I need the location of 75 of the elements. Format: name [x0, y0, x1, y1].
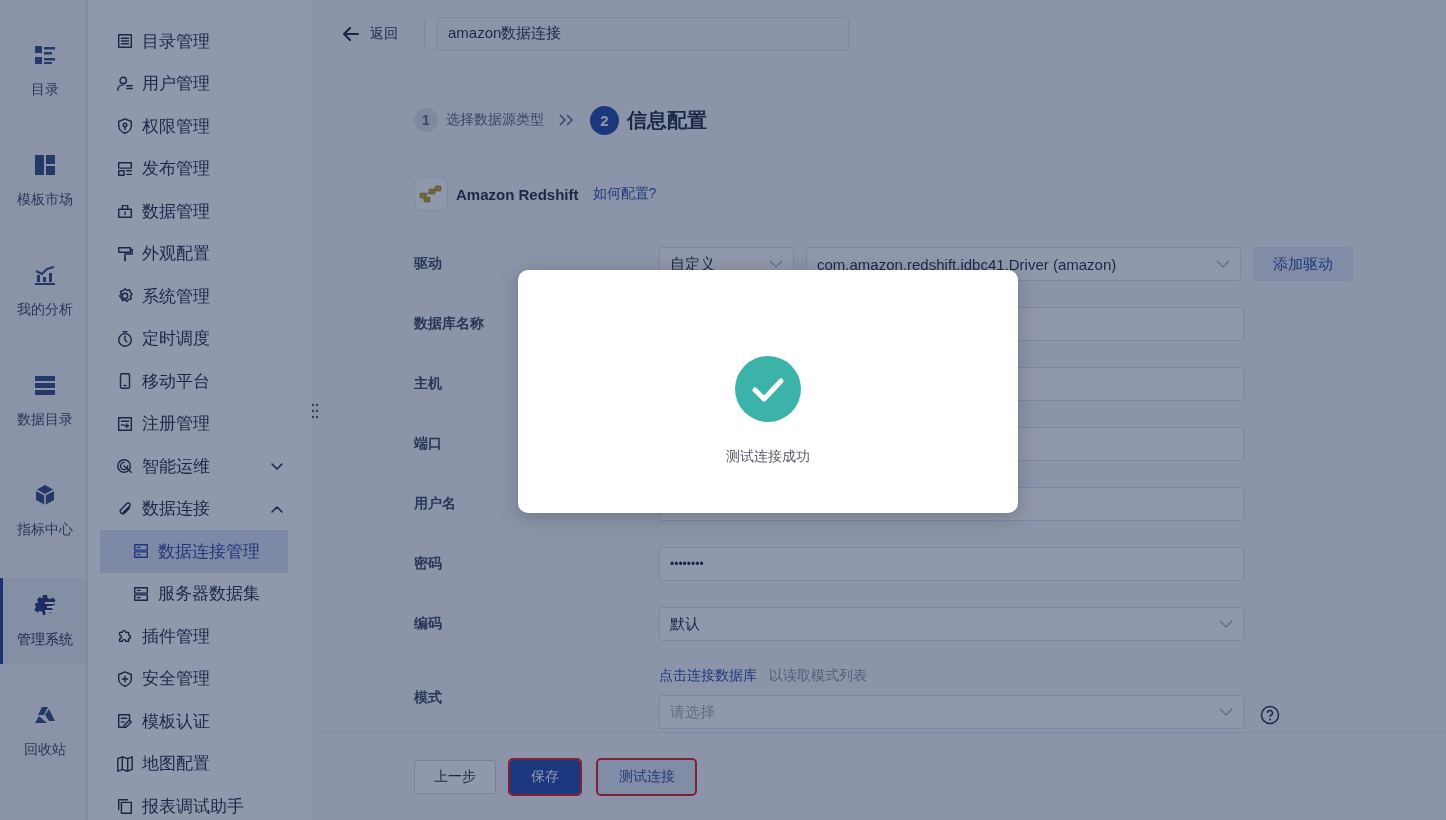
radar-icon: [116, 457, 134, 476]
name-field[interactable]: amazon数据连接: [437, 16, 849, 51]
copy-icon: [116, 797, 134, 816]
shield-icon: [116, 117, 134, 136]
list-icon: [32, 43, 57, 67]
double-chevron-icon: [558, 113, 574, 127]
menu-item[interactable]: 系统管理: [100, 275, 288, 318]
step-number: 2: [590, 105, 619, 135]
nav-item[interactable]: 指标中心: [0, 468, 86, 554]
select-field[interactable]: 默认: [659, 607, 1244, 641]
menu-item[interactable]: 外观配置: [100, 232, 288, 275]
datasource-name: Amazon Redshift: [456, 185, 579, 203]
menu-item[interactable]: 服务器数据集: [100, 572, 288, 615]
menu-item[interactable]: 安全管理: [100, 657, 288, 700]
nav-item[interactable]: 数据目录: [0, 358, 86, 444]
back-arrow-icon: [342, 24, 360, 43]
password-field[interactable]: ••••••••: [659, 547, 1244, 581]
server-icon: [132, 584, 150, 603]
map-icon: [116, 754, 134, 773]
field-label: 主机: [414, 375, 443, 393]
grid-icon: [32, 153, 57, 177]
back-button[interactable]: 上一步: [414, 759, 496, 794]
chart-icon: [32, 263, 57, 287]
field-label: 编码: [414, 615, 443, 633]
menu-item[interactable]: 发布管理: [100, 147, 288, 190]
database-logo: [414, 177, 448, 211]
database-icon: [32, 373, 57, 397]
step-label: 选择数据源类型: [446, 111, 544, 129]
timer-icon: [116, 329, 134, 348]
help-icon[interactable]: [1260, 705, 1280, 725]
nav-item[interactable]: 目录: [0, 28, 86, 114]
field-label: 数据库名称: [414, 315, 485, 333]
nav-item[interactable]: 回收站: [0, 688, 86, 774]
user-icon: [116, 74, 134, 93]
paint-roller-icon: [116, 244, 134, 263]
hint-text: 以读取模式列表: [769, 667, 867, 685]
back-button[interactable]: 返回: [342, 24, 398, 43]
layout-icon: [116, 159, 134, 178]
menu-item[interactable]: 地图配置: [100, 742, 288, 785]
test-button[interactable]: 测试连接: [598, 759, 695, 794]
field-label: 驱动: [414, 255, 443, 273]
box-icon: [116, 202, 134, 221]
add-driver-button[interactable]: 添加驱动: [1253, 247, 1353, 281]
field-label: 密码: [414, 555, 443, 573]
nav-item[interactable]: 模板市场: [0, 138, 86, 224]
form-icon: [116, 414, 134, 433]
menu-item[interactable]: 注册管理: [100, 402, 288, 445]
field-label: 模式: [414, 689, 443, 707]
server-icon: [132, 542, 150, 561]
menu-item[interactable]: 用户管理: [100, 62, 288, 105]
menu-item[interactable]: 定时调度: [100, 317, 288, 360]
menu-item[interactable]: 智能运维: [100, 445, 288, 488]
menu-item[interactable]: 权限管理: [100, 105, 288, 148]
shield-icon: [116, 669, 134, 688]
step-label: 信息配置: [627, 107, 707, 133]
field-label: 用户名: [414, 495, 457, 513]
list-icon: [116, 32, 134, 51]
dialog-message: 测试连接成功: [726, 448, 810, 466]
nav-item[interactable]: 管理系统: [0, 578, 86, 664]
edit-icon: [116, 712, 134, 731]
field-label: 端口: [414, 435, 443, 453]
menu-item[interactable]: 模板认证: [100, 700, 288, 743]
nav-item[interactable]: 我的分析: [0, 248, 86, 334]
menu-item[interactable]: 移动平台: [100, 360, 288, 403]
save-button[interactable]: 保存: [510, 759, 580, 794]
gear-icon: [32, 593, 57, 617]
menu-item[interactable]: 数据连接: [100, 487, 288, 530]
menu-item[interactable]: 报表调试助手: [100, 785, 288, 820]
connect-link[interactable]: 点击连接数据库: [659, 667, 757, 685]
menu-item[interactable]: 目录管理: [100, 20, 288, 63]
menu-item[interactable]: 数据管理: [100, 190, 288, 233]
step-number: 1: [414, 108, 438, 132]
menu-item[interactable]: 插件管理: [100, 615, 288, 658]
menu-item[interactable]: 数据连接管理: [100, 530, 288, 573]
help-link[interactable]: 如何配置?: [592, 185, 657, 203]
